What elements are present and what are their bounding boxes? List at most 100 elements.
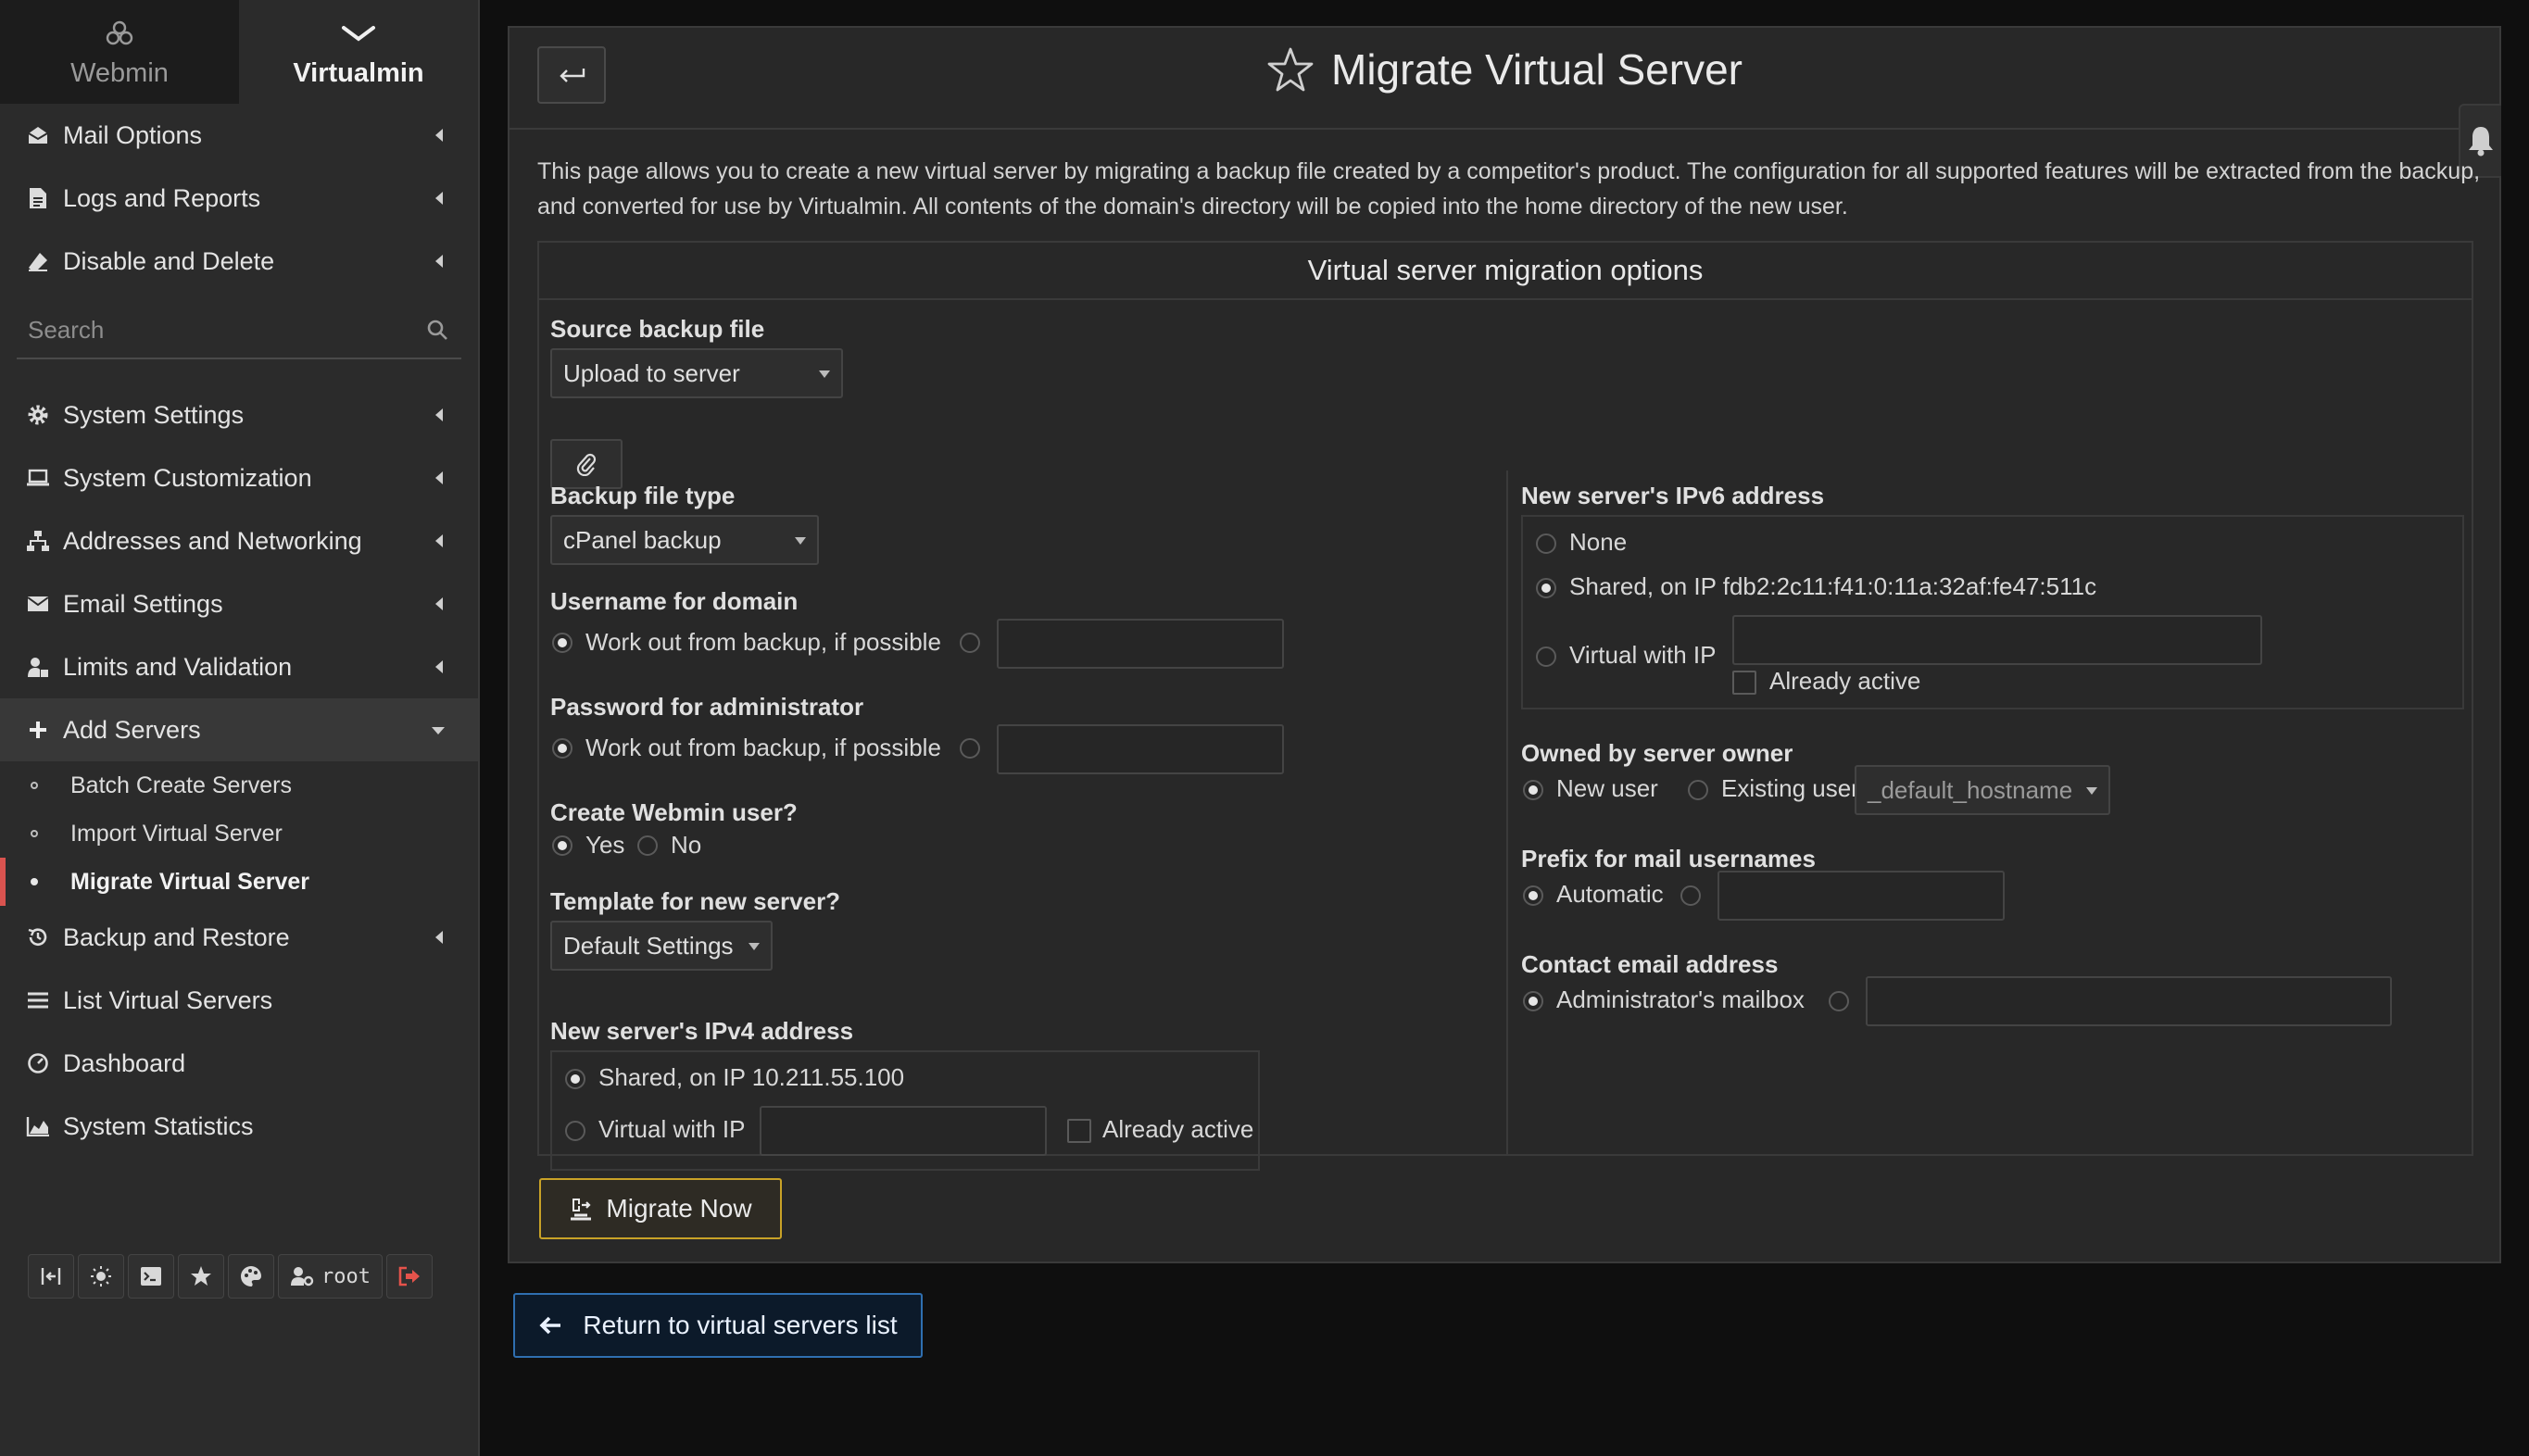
ipv6-virtual-input[interactable] xyxy=(1732,615,2262,665)
ipv6-shared-label: Shared, on IP fdb2:2c11:f41:0:11a:32af:f… xyxy=(1569,572,2097,600)
sidebar-item-email-settings[interactable]: Email Settings xyxy=(0,572,478,635)
contact-email-admin-radio[interactable] xyxy=(1523,991,1543,1011)
list-icon xyxy=(26,988,50,1012)
username-custom-radio[interactable] xyxy=(960,633,980,653)
migrate-now-button[interactable]: Migrate Now xyxy=(539,1178,782,1239)
webmin-logo-icon xyxy=(104,16,135,53)
template-value: Default Settings xyxy=(563,931,734,960)
owner-existing-user-select[interactable]: _default_hostname xyxy=(1855,765,2110,815)
ipv6-none-radio[interactable] xyxy=(1536,533,1556,554)
sidebar-item-label: List Virtual Servers xyxy=(63,985,273,1014)
user-lock-icon xyxy=(26,655,50,679)
owner-existing-user-radio[interactable] xyxy=(1688,780,1708,800)
ipv6-options-box: None Shared, on IP fdb2:2c11:f41:0:11a:3… xyxy=(1521,515,2464,709)
sidebar-subitem-migrate-virtual-server[interactable]: Migrate Virtual Server xyxy=(0,858,478,906)
template-select[interactable]: Default Settings xyxy=(550,921,773,971)
ipv4-already-active-label: Already active xyxy=(1102,1115,1254,1143)
theme-palette-button[interactable] xyxy=(228,1254,274,1299)
sidebar-subitem-import-virtual-server[interactable]: Import Virtual Server xyxy=(0,810,478,858)
search-icon[interactable] xyxy=(426,319,448,347)
contact-email-custom-radio[interactable] xyxy=(1829,991,1849,1011)
ipv4-virtual-input[interactable] xyxy=(760,1106,1047,1156)
ipv4-virtual-label: Virtual with IP xyxy=(598,1115,746,1143)
ipv4-virtual-radio[interactable] xyxy=(565,1121,585,1141)
gear-icon xyxy=(26,403,50,427)
star-outline-icon[interactable] xyxy=(1266,46,1315,93)
username-auto-radio[interactable] xyxy=(552,633,572,653)
template-label: Template for new server? xyxy=(550,887,841,915)
caret-left-icon xyxy=(435,471,443,484)
sidebar-item-add-servers[interactable]: Add Servers xyxy=(0,698,478,761)
password-custom-radio[interactable] xyxy=(960,738,980,759)
ipv4-already-active-checkbox[interactable] xyxy=(1067,1119,1091,1143)
password-auto-radio[interactable] xyxy=(552,738,572,759)
webmin-user-no-label: No xyxy=(671,831,702,859)
migrate-now-label: Migrate Now xyxy=(606,1194,752,1223)
user-button[interactable]: root xyxy=(278,1254,383,1299)
contact-email-input[interactable] xyxy=(1866,976,2392,1026)
product-tabs: Webmin Virtualmin xyxy=(0,0,478,104)
tab-webmin[interactable]: Webmin xyxy=(0,0,239,104)
sidebar-subitem-label: Migrate Virtual Server xyxy=(70,868,309,895)
collapse-sidebar-button[interactable] xyxy=(28,1254,74,1299)
webmin-user-label: Create Webmin user? xyxy=(550,798,798,826)
mail-prefix-input[interactable] xyxy=(1717,871,2005,921)
user-cog-icon xyxy=(291,1267,314,1287)
bullet-icon xyxy=(31,830,38,837)
sidebar-item-backup-and-restore[interactable]: Backup and Restore xyxy=(0,906,478,969)
palette-icon xyxy=(241,1266,261,1287)
caret-left-icon xyxy=(435,660,443,673)
main-panel: Migrate Virtual Server This page allows … xyxy=(508,26,2501,1263)
mail-prefix-custom-radio[interactable] xyxy=(1680,885,1701,906)
sidebar-item-addresses-and-networking[interactable]: Addresses and Networking xyxy=(0,509,478,572)
webmin-user-yes-label: Yes xyxy=(585,831,625,859)
ipv6-already-active-checkbox[interactable] xyxy=(1732,671,1756,695)
sidebar-item-disable-and-delete[interactable]: Disable and Delete xyxy=(0,230,478,293)
sidebar-subitem-batch-create-servers[interactable]: Batch Create Servers xyxy=(0,761,478,810)
owner-new-user-radio[interactable] xyxy=(1523,780,1543,800)
owner-label: Owned by server owner xyxy=(1521,739,1793,767)
ipv6-virtual-label: Virtual with IP xyxy=(1569,641,1717,669)
dropdown-arrow-icon xyxy=(795,537,806,545)
bell-icon xyxy=(2469,127,2493,157)
username-input[interactable] xyxy=(997,619,1284,669)
source-backup-select[interactable]: Upload to server xyxy=(550,348,843,398)
sidebar-item-dashboard[interactable]: Dashboard xyxy=(0,1032,478,1095)
sidebar-item-system-customization[interactable]: System Customization xyxy=(0,446,478,509)
sidebar-item-system-statistics[interactable]: System Statistics xyxy=(0,1095,478,1158)
tab-virtualmin[interactable]: Virtualmin xyxy=(239,0,478,104)
password-input[interactable] xyxy=(997,724,1284,774)
mail-prefix-auto-radio[interactable] xyxy=(1523,885,1543,906)
ipv6-virtual-radio[interactable] xyxy=(1536,646,1556,667)
search-input[interactable]: Search xyxy=(28,316,104,345)
owner-select-value: _default_hostname xyxy=(1868,775,2073,804)
webmin-user-no-radio[interactable] xyxy=(637,835,658,856)
sidebar-item-label: Email Settings xyxy=(63,589,223,618)
page-title: Migrate Virtual Server xyxy=(510,44,2499,94)
plus-icon xyxy=(26,718,50,742)
terminal-icon xyxy=(141,1267,161,1286)
column-divider xyxy=(1506,471,1508,1156)
theme-toggle-button[interactable] xyxy=(78,1254,124,1299)
contact-email-admin-label: Administrator's mailbox xyxy=(1556,985,1805,1013)
sidebar-item-logs-and-reports[interactable]: Logs and Reports xyxy=(0,167,478,230)
sidebar-item-list-virtual-servers[interactable]: List Virtual Servers xyxy=(0,969,478,1032)
mail-prefix-auto-label: Automatic xyxy=(1556,880,1664,908)
favorites-button[interactable] xyxy=(178,1254,224,1299)
backup-type-select[interactable]: cPanel backup xyxy=(550,515,819,565)
logout-button[interactable] xyxy=(385,1254,433,1299)
migrate-icon xyxy=(571,1199,592,1221)
ipv6-shared-radio[interactable] xyxy=(1536,578,1556,598)
sidebar-item-system-settings[interactable]: System Settings xyxy=(0,383,478,446)
webmin-user-yes-radio[interactable] xyxy=(552,835,572,856)
terminal-button[interactable] xyxy=(128,1254,174,1299)
ipv6-none-label: None xyxy=(1569,528,1628,556)
collapse-icon xyxy=(41,1268,61,1285)
caret-left-icon xyxy=(435,597,443,610)
sidebar-item-limits-and-validation[interactable]: Limits and Validation xyxy=(0,635,478,698)
backup-type-label: Backup file type xyxy=(550,482,736,509)
return-to-list-button[interactable]: Return to virtual servers list xyxy=(513,1293,923,1358)
ipv4-shared-radio[interactable] xyxy=(565,1069,585,1089)
sidebar-item-mail-options[interactable]: Mail Options xyxy=(0,104,478,167)
sidebar-search[interactable]: Search xyxy=(17,302,461,359)
